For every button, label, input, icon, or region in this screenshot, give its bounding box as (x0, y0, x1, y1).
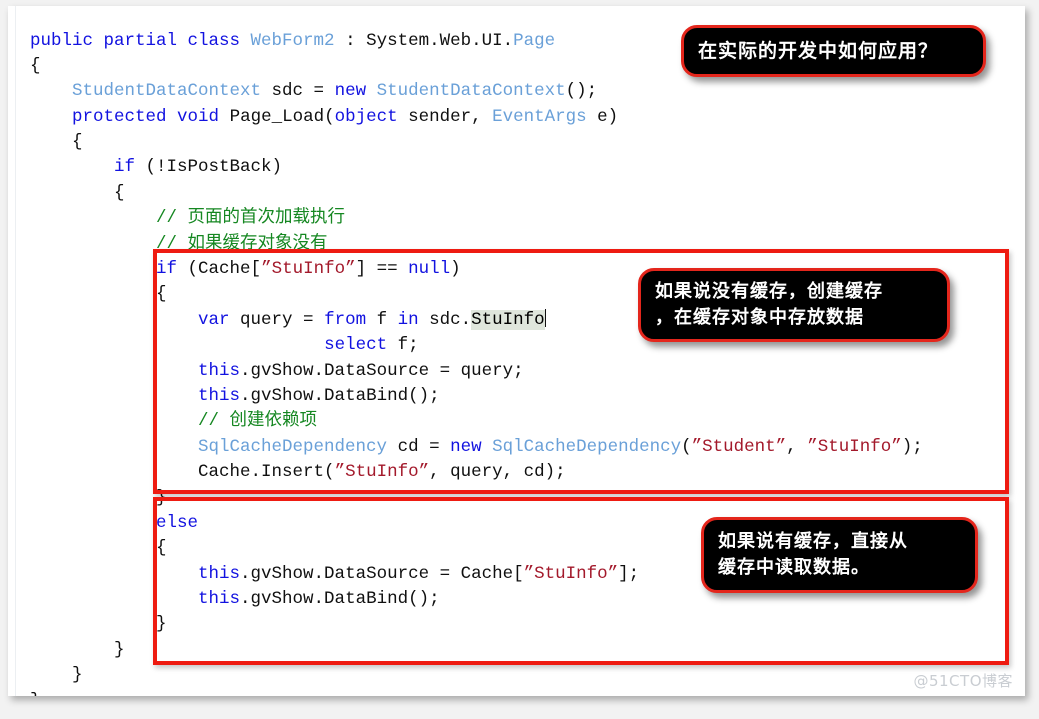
code-token-pln: sdc = (261, 81, 335, 102)
code-token-typ: StudentDataContext (72, 81, 262, 102)
code-token-kw: protected (72, 106, 178, 127)
code-token-typ: StudentDataContext (376, 81, 566, 102)
code-token-pln: e) (586, 106, 619, 127)
code-token-pln: { (114, 182, 125, 203)
code-token-kw: class (187, 30, 251, 51)
code-line: } (8, 689, 1025, 696)
code-line: { (8, 181, 1025, 206)
callout-create-cache: 如果说没有缓存，创建缓存 ，在缓存对象中存放数据 (638, 268, 950, 342)
code-token-pln: (); (565, 81, 598, 102)
code-line: StudentDataContext sdc = new StudentData… (8, 79, 1025, 104)
code-token-pln (366, 81, 377, 101)
code-token-kw: partial (103, 30, 188, 51)
code-token-kw: object (334, 106, 398, 127)
code-token-pln: { (30, 55, 41, 76)
code-token-pln: } (72, 665, 83, 686)
site-watermark: @51CTO博客 (913, 672, 1013, 690)
code-line: { (8, 130, 1025, 155)
code-token-kw: void (177, 106, 220, 127)
code-token-pln: (!IsPostBack) (135, 157, 283, 178)
code-screenshot-page: public partial class WebForm2 : System.W… (8, 6, 1025, 696)
code-token-typ: WebForm2 (250, 30, 335, 51)
code-token-pln: : System.Web.UI. (334, 30, 514, 51)
callout-create-cache-text: 如果说没有缓存，创建缓存 ，在缓存对象中存放数据 (655, 281, 883, 328)
code-token-pln: } (114, 639, 125, 660)
code-line: // 页面的首次加载执行 (8, 206, 1025, 231)
code-token-typ: Page (513, 30, 556, 51)
code-token-pln: sender, (397, 106, 493, 127)
code-line: if (!IsPostBack) (8, 155, 1025, 180)
callout-question: 在实际的开发中如何应用？ (681, 25, 986, 77)
code-token-pln: { (72, 132, 83, 153)
code-line: protected void Page_Load(object sender, … (8, 105, 1025, 130)
callout-read-cache-text: 如果说有缓存，直接从 缓存中读取数据。 (718, 531, 908, 578)
code-token-pln: Page_Load( (219, 106, 335, 127)
callout-read-cache: 如果说有缓存，直接从 缓存中读取数据。 (701, 517, 978, 593)
code-token-typ: EventArgs (492, 106, 587, 127)
code-token-kw: public (30, 30, 104, 51)
code-token-kw: new (334, 81, 367, 102)
code-line: } (8, 663, 1025, 688)
code-token-pln: } (30, 691, 41, 696)
code-token-cmt: // 页面的首次加载执行 (156, 208, 346, 229)
callout-question-text: 在实际的开发中如何应用？ (698, 39, 939, 62)
code-token-kw: if (114, 157, 136, 178)
